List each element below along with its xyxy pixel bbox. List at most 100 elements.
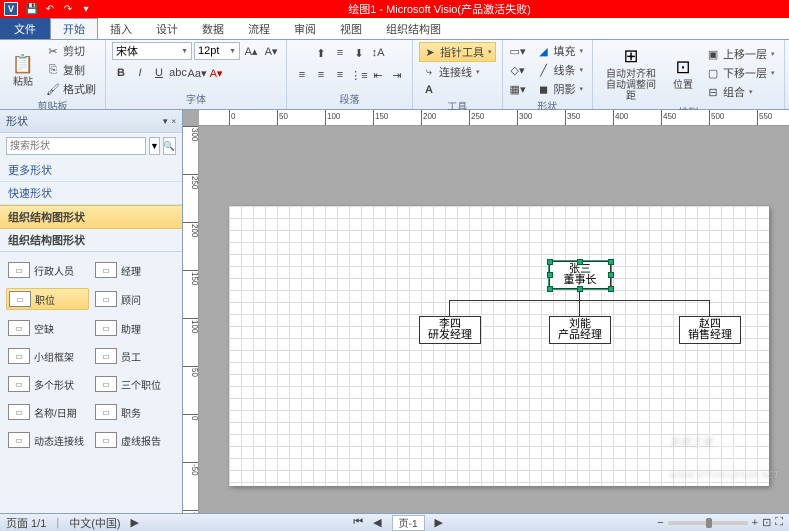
align-bottom-button[interactable]: ⬇ <box>350 44 368 62</box>
shadow-button[interactable]: ◼阴影▾ <box>534 80 587 98</box>
zoom-in-button[interactable]: + <box>752 517 758 529</box>
more-shapes-link[interactable]: 更多形状 <box>0 159 182 182</box>
shape-item[interactable]: ▭空缺 <box>6 318 89 338</box>
tab-process[interactable]: 流程 <box>236 18 282 39</box>
shape-item[interactable]: ▭职务 <box>93 402 176 422</box>
chevron-down-icon[interactable]: ▼ × <box>161 117 176 126</box>
indent-inc-button[interactable]: ⇥ <box>388 66 406 84</box>
qat-save-icon[interactable]: 💾 <box>24 2 40 16</box>
decrease-font-button[interactable]: A▾ <box>262 42 280 60</box>
shape-item[interactable]: ▭员工 <box>93 346 176 366</box>
shape-gallery-button[interactable]: ▦▾ <box>509 80 527 98</box>
text-direction-button[interactable]: ↕A <box>369 44 387 62</box>
tab-review[interactable]: 审阅 <box>282 18 328 39</box>
text-format-button[interactable]: Aa▾ <box>188 64 206 82</box>
increase-font-button[interactable]: A▴ <box>242 42 260 60</box>
pointer-tool-button[interactable]: ➤指针工具▾ <box>419 42 496 62</box>
shape-picker-button[interactable]: ▭▾ <box>509 42 527 60</box>
page-nav-prev[interactable]: ◀ <box>373 516 381 529</box>
connector-tool-button[interactable]: ⤷连接线▾ <box>419 63 496 81</box>
shape-item[interactable]: ▭助理 <box>93 318 176 338</box>
paste-button[interactable]: 📋 粘贴 <box>6 50 40 90</box>
line-button[interactable]: ╱线条▾ <box>534 61 587 79</box>
pointer-icon: ➤ <box>423 45 437 59</box>
zoom-slider[interactable] <box>668 521 748 525</box>
language-indicator[interactable]: 中文(中国) <box>69 515 120 531</box>
fit-page-button[interactable]: ⊡ <box>762 516 771 529</box>
qat-undo-icon[interactable]: ↶ <box>42 2 58 16</box>
shape-item[interactable]: ▭三个职位 <box>93 374 176 394</box>
tab-home[interactable]: 开始 <box>50 18 98 39</box>
shape-item[interactable]: ▭小组框架 <box>6 346 89 366</box>
qat-redo-icon[interactable]: ↷ <box>60 2 76 16</box>
tab-data[interactable]: 数据 <box>190 18 236 39</box>
send-backward-button[interactable]: ▢下移一层▾ <box>703 64 778 82</box>
group-shape: ▭▾ ◇▾ ▦▾ ◢填充▾ ╱线条▾ ◼阴影▾ 形状 <box>503 40 594 109</box>
window-title: 绘图1 - Microsoft Visio(产品激活失败) <box>94 1 785 17</box>
org-box[interactable]: 张三董事长 <box>549 261 611 289</box>
tab-design[interactable]: 设计 <box>144 18 190 39</box>
format-painter-button[interactable]: 🖌格式刷 <box>43 80 99 98</box>
font-color-button[interactable]: A▾ <box>207 64 225 82</box>
auto-align-button[interactable]: ⊞自动对齐和自动调整间距 <box>599 42 663 104</box>
shape-item[interactable]: ▭虚线报告 <box>93 430 176 450</box>
page-nav-next[interactable]: ▶ <box>435 516 443 529</box>
strike-button[interactable]: abc <box>169 64 187 82</box>
cut-button[interactable]: ✂剪切 <box>43 42 99 60</box>
page-nav-first[interactable]: ⏮ <box>353 516 363 529</box>
group-button[interactable]: ⊟组合▾ <box>703 83 778 101</box>
page-indicator[interactable]: 页面 1/1 <box>6 515 46 531</box>
underline-button[interactable]: U <box>150 64 168 82</box>
shape-label: 经理 <box>121 263 141 278</box>
shape-label: 职位 <box>35 292 55 307</box>
shape-thumb-icon: ▭ <box>8 320 30 336</box>
org-box[interactable]: 赵四销售经理 <box>679 316 741 344</box>
align-left-button[interactable]: ≡ <box>293 66 311 84</box>
shape-item[interactable]: ▭经理 <box>93 260 176 280</box>
shape-thumb-icon: ▭ <box>95 404 117 420</box>
italic-button[interactable]: I <box>131 64 149 82</box>
search-dropdown-button[interactable]: ▼ <box>149 137 160 155</box>
align-right-button[interactable]: ≡ <box>331 66 349 84</box>
group-tools: ➤指针工具▾ ⤷连接线▾ A 工具 <box>413 40 503 109</box>
page-tab[interactable]: 页-1 <box>392 515 425 531</box>
page[interactable]: 张三董事长李四研发经理 刘能产品经理 赵四销售经理 <box>229 206 769 486</box>
qat-dropdown-icon[interactable]: ▾ <box>78 2 94 16</box>
canvas[interactable]: 张三董事长李四研发经理 刘能产品经理 赵四销售经理 <box>199 126 789 513</box>
fill-button[interactable]: ◢填充▾ <box>534 42 587 60</box>
search-input[interactable] <box>6 137 146 155</box>
shape-item[interactable]: ▭多个形状 <box>6 374 89 394</box>
bullets-button[interactable]: ⋮≡ <box>350 66 368 84</box>
full-screen-button[interactable]: ⛶ <box>775 516 783 529</box>
align-middle-button[interactable]: ≡ <box>331 44 349 62</box>
zoom-out-button[interactable]: − <box>657 517 663 529</box>
indent-dec-button[interactable]: ⇤ <box>369 66 387 84</box>
align-center-button[interactable]: ≡ <box>312 66 330 84</box>
search-button[interactable]: 🔍 <box>163 137 176 155</box>
shape-style-button[interactable]: ◇▾ <box>509 61 527 79</box>
org-box[interactable]: 刘能产品经理 <box>549 316 611 344</box>
align-top-button[interactable]: ⬆ <box>312 44 330 62</box>
font-size-select[interactable]: 12pt▼ <box>194 42 240 60</box>
position-button[interactable]: ⊡位置 <box>666 53 700 93</box>
shape-item[interactable]: ▭名称/日期 <box>6 402 89 422</box>
group-font: 宋体▼ 12pt▼ A▴ A▾ B I U abc Aa▾ A▾ 字体 <box>106 40 287 109</box>
font-name-select[interactable]: 宋体▼ <box>112 42 192 60</box>
record-icon[interactable]: ▶ <box>131 516 139 529</box>
shape-item[interactable]: ▭顾问 <box>93 288 176 310</box>
text-tool-button[interactable]: A <box>419 82 496 98</box>
copy-button[interactable]: ⎘复制 <box>43 61 99 79</box>
tab-orgchart[interactable]: 组织结构图 <box>374 18 453 39</box>
tab-insert[interactable]: 插入 <box>98 18 144 39</box>
bold-button[interactable]: B <box>112 64 130 82</box>
shape-item[interactable]: ▭职位 <box>6 288 89 310</box>
quick-shapes-link[interactable]: 快速形状 <box>0 182 182 205</box>
org-box[interactable]: 李四研发经理 <box>419 316 481 344</box>
tab-view[interactable]: 视图 <box>328 18 374 39</box>
shapes-search: ▼ 🔍 <box>0 133 182 159</box>
tab-file[interactable]: 文件 <box>0 18 50 39</box>
shape-item[interactable]: ▭动态连接线 <box>6 430 89 450</box>
bring-forward-button[interactable]: ▣上移一层▾ <box>703 45 778 63</box>
shapes-section[interactable]: 组织结构图形状 <box>0 205 182 229</box>
shape-item[interactable]: ▭行政人员 <box>6 260 89 280</box>
